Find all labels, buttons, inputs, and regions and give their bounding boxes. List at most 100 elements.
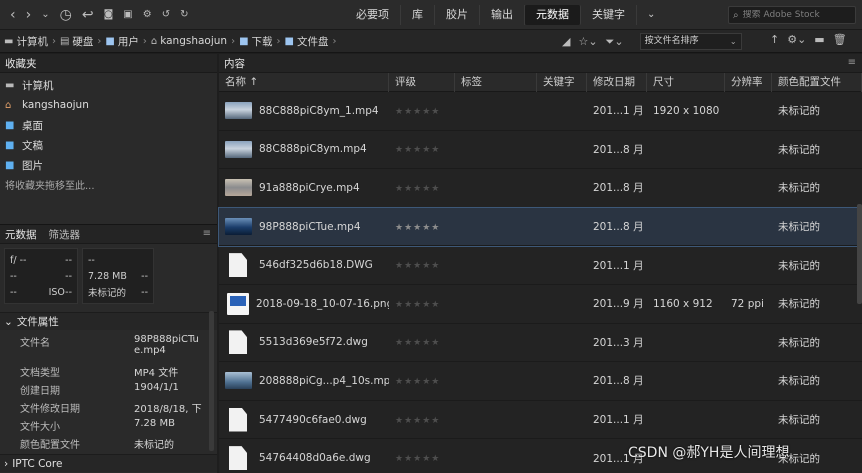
thumbnail — [225, 372, 252, 390]
view-tools: ◢ ☆⌄ ⏷⌄ 按文件名排序 ⌄ — [562, 33, 742, 50]
crumb-downloads[interactable]: ■ 下载 — [239, 34, 272, 49]
search-input[interactable] — [742, 10, 843, 20]
column-dimensions[interactable]: 尺寸 — [647, 72, 725, 92]
filter-tab[interactable]: 筛选器 — [49, 227, 81, 242]
file-row[interactable]: 5513d369e5f72.dwg ★★★★★ 201...3 月 未标记的 — [219, 324, 862, 363]
crumb-users[interactable]: ■ 用户 — [105, 34, 138, 49]
favorite-computer[interactable]: ▬ 计算机 — [0, 75, 217, 95]
column-label[interactable]: 标签 — [455, 72, 537, 92]
color-profile-cell: 未标记的 — [778, 298, 820, 311]
favorites-tab[interactable]: 收藏夹 — [5, 56, 37, 71]
new-folder-icon[interactable]: ▬ — [814, 33, 824, 46]
column-color-profile[interactable]: 颜色配置文件 — [772, 72, 862, 92]
delete-icon[interactable]: 🗑 — [833, 33, 847, 46]
crumb-user-home[interactable]: ⌂ kangshaojun — [151, 35, 227, 47]
metadata-scrollbar[interactable] — [209, 311, 214, 451]
quality-icon[interactable]: ◢ — [562, 35, 570, 48]
rating-cell[interactable]: ★★★★★ — [389, 336, 455, 348]
file-row[interactable]: 2018-09-18_10-07-16.png ★★★★★ 201...9 月 116… — [219, 285, 862, 324]
file-row[interactable]: 5477490c6fae0.dwg ★★★★★ 201...1 月 未标记的 — [219, 401, 862, 440]
sort-select[interactable]: 按文件名排序 ⌄ — [639, 33, 742, 50]
color-profile-cell: 未标记的 — [778, 143, 820, 156]
rating-cell[interactable]: ★★★★★ — [389, 452, 455, 464]
settings-icon[interactable]: ⚙ — [143, 8, 152, 22]
rating-cell[interactable]: ★★★★★ — [389, 375, 455, 387]
camera-icon[interactable]: ◙ — [104, 8, 114, 22]
modified-cell: 201...1 月 — [593, 105, 644, 118]
iptc-core-header[interactable]: › IPTC Core — [0, 454, 217, 472]
rating-filter-icon[interactable]: ☆⌄ — [578, 35, 597, 48]
rating-stars: ★★★★★ — [395, 338, 441, 349]
column-rating[interactable]: 评级 — [389, 72, 455, 92]
file-properties-header[interactable]: ⌄ 文件属性 — [0, 312, 217, 330]
path-right-tools: ↑ ⚙⌄ ▬ 🗑 — [770, 33, 847, 46]
rating-cell[interactable]: ★★★★★ — [389, 221, 455, 233]
favorite-desktop[interactable]: ■ 桌面 — [0, 115, 217, 135]
column-resolution[interactable]: 分辨率 — [725, 72, 772, 92]
file-row[interactable]: 98P888piCTue.mp4 ★★★★★ 201...8 月 未标记的 — [218, 206, 862, 248]
forward-icon[interactable]: › — [26, 8, 32, 22]
rating-cell[interactable]: ★★★★★ — [389, 105, 455, 117]
breadcrumb: ▬ 计算机 › ▤ 硬盘 › ■ 用户 › ⌂ kangshaojun › ■ 下载 › … — [0, 34, 550, 49]
folder-icon: ■ — [105, 35, 115, 47]
chevron-down-icon[interactable]: ⌄ — [41, 8, 49, 22]
thumbnail — [225, 179, 252, 197]
tab-filmstrip[interactable]: 胶片 — [435, 4, 480, 25]
modified-cell: 201...8 月 — [593, 221, 644, 234]
rotate-left-icon[interactable]: ↺ — [162, 8, 170, 22]
recent-icon[interactable]: ◷ — [60, 8, 72, 22]
boomerang-icon[interactable]: ↩ — [82, 8, 94, 22]
crumb-file-disk[interactable]: ■ 文件盘 — [285, 34, 329, 49]
tab-essentials[interactable]: 必要项 — [345, 4, 401, 25]
computer-icon: ▬ — [4, 35, 14, 47]
metadata-tab[interactable]: 元数据 — [5, 227, 37, 242]
rating-cell[interactable]: ★★★★★ — [389, 182, 455, 194]
modified-cell: 201...1 月 — [593, 259, 644, 272]
crumb-computer[interactable]: ▬ 计算机 — [4, 34, 48, 49]
favorite-pictures[interactable]: ■ 图片 — [0, 155, 217, 175]
home-icon: ⌂ — [150, 35, 158, 47]
sort-asc-icon: ↑ — [249, 75, 259, 88]
tab-output[interactable]: 输出 — [480, 4, 525, 25]
tab-metadata[interactable]: 元数据 — [525, 4, 581, 25]
rating-stars: ★★★★★ — [395, 261, 441, 272]
rating-cell[interactable]: ★★★★★ — [389, 298, 455, 310]
content-tab[interactable]: 内容 — [224, 56, 245, 71]
file-row[interactable]: 546df325d6b18.DWG ★★★★★ 201...1 月 未标记的 — [219, 246, 862, 285]
column-keywords[interactable]: 关键字 — [537, 72, 587, 92]
crumb-disk[interactable]: ▤ 硬盘 — [60, 34, 93, 49]
chevron-down-icon: ⌄ — [4, 315, 13, 328]
tab-library[interactable]: 库 — [401, 4, 435, 25]
camera-data-box: f/ -- -- -- -- -- ISO-- — [4, 248, 78, 304]
file-row[interactable]: 88C888piC8ym_1.mp4 ★★★★★ 201...1 月 1920 x 1… — [219, 92, 862, 131]
panel-menu-icon[interactable]: ≡ — [848, 57, 856, 68]
file-row[interactable]: 208888piCg...p4_10s.mp4 ★★★★★ 201...8 月 未标记… — [219, 362, 862, 401]
file-name: 546df325d6b18.DWG — [259, 259, 373, 272]
panel-menu-icon[interactable]: ≡ — [203, 228, 211, 239]
rating-cell[interactable]: ★★★★★ — [389, 414, 455, 426]
column-name[interactable]: 名称 ↑ — [219, 72, 389, 92]
color-profile-cell: 未标记的 — [778, 414, 820, 427]
file-row[interactable]: 91a888piCrye.mp4 ★★★★★ 201...8 月 未标记的 — [219, 169, 862, 208]
content-scrollbar[interactable] — [857, 204, 862, 304]
tab-keywords[interactable]: 关键字 — [581, 4, 637, 25]
filter-icon[interactable]: ⏷⌄ — [606, 35, 624, 49]
refine-icon[interactable]: ▣ — [123, 8, 132, 22]
favorite-user[interactable]: ⌂ kangshaojun — [0, 95, 217, 115]
favorite-documents[interactable]: ■ 文稿 — [0, 135, 217, 155]
rotate-right-icon[interactable]: ↻ — [180, 8, 188, 22]
open-recent-icon[interactable]: ⚙⌄ — [787, 33, 806, 46]
rating-cell[interactable]: ★★★★★ — [389, 259, 455, 271]
workspace-more-icon[interactable]: ⌄ — [637, 9, 665, 20]
rating-cell[interactable]: ★★★★★ — [389, 143, 455, 155]
file-name: 5513d369e5f72.dwg — [259, 336, 368, 349]
back-icon[interactable]: ‹ — [10, 8, 16, 22]
sort-direction-icon[interactable]: ↑ — [770, 33, 779, 46]
file-row[interactable]: 88C888piC8ym.mp4 ★★★★★ 201...8 月 未标记的 — [219, 131, 862, 170]
rating-stars: ★★★★★ — [395, 415, 441, 426]
column-modified[interactable]: 修改日期 — [587, 72, 647, 92]
stock-search[interactable]: ⌕ — [728, 6, 856, 24]
path-bar: ▬ 计算机 › ▤ 硬盘 › ■ 用户 › ⌂ kangshaojun › ■ 下载 › … — [0, 30, 862, 53]
prop-created: 创建日期 1904/1/1 — [20, 382, 179, 397]
modified-cell: 201...8 月 — [593, 182, 644, 195]
